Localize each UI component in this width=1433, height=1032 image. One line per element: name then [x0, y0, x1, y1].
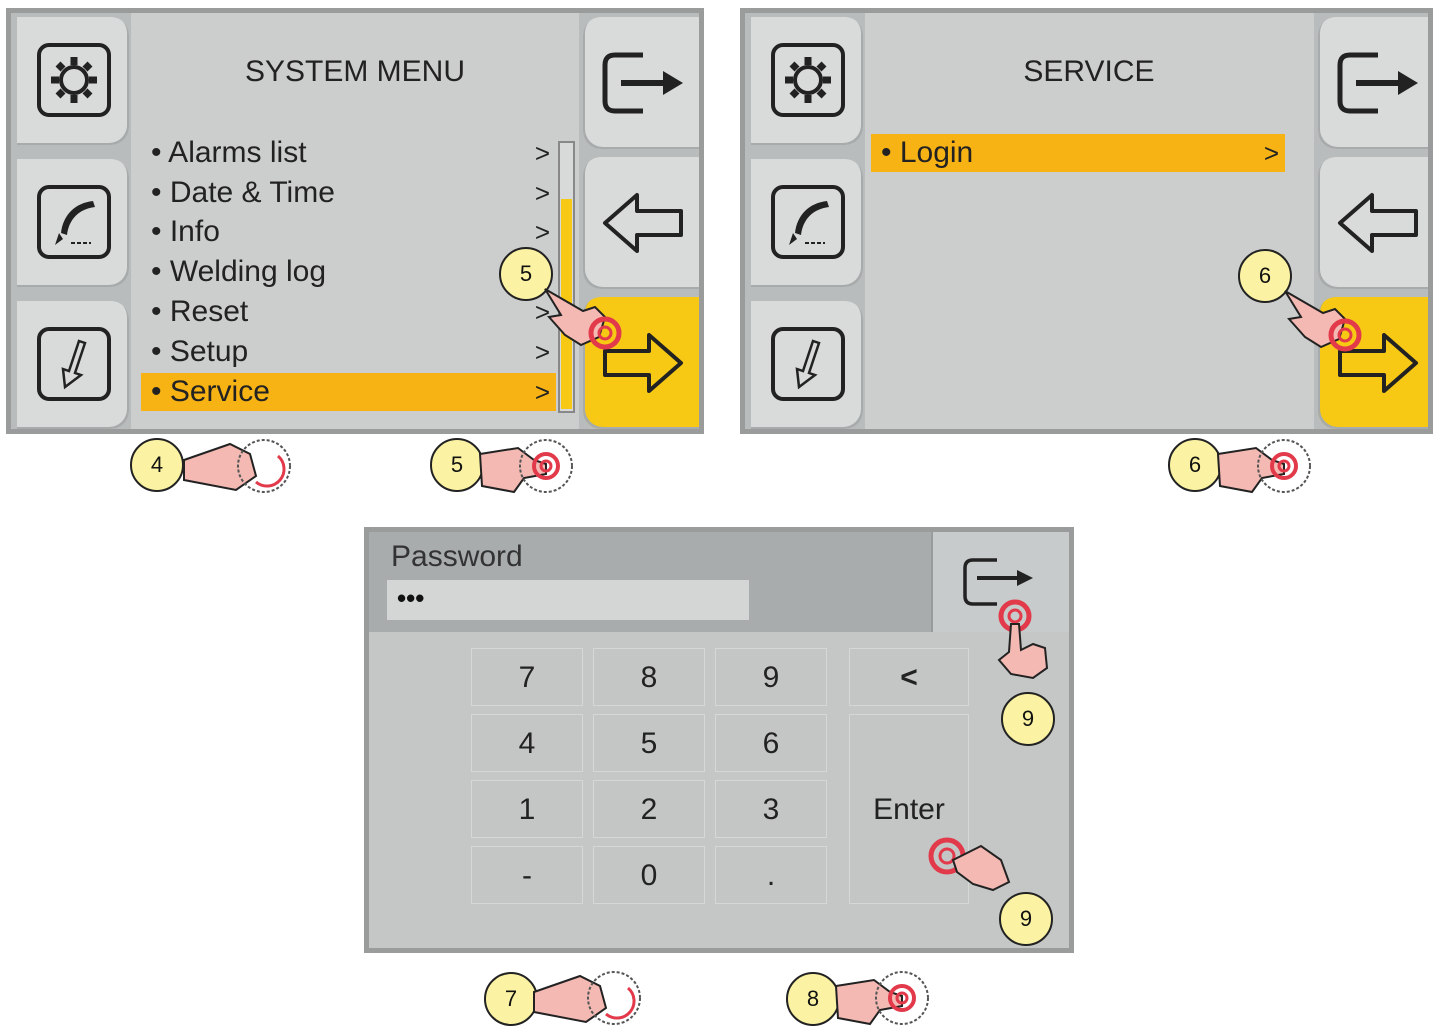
key-0[interactable]: 0 [593, 846, 705, 904]
chevron-right-icon: > [534, 377, 550, 407]
chevron-right-icon: > [534, 138, 550, 168]
menu-item-reset[interactable]: • Reset > [141, 293, 556, 331]
chevron-right-icon: > [534, 217, 550, 247]
menu-item-label: • Alarms list [151, 136, 307, 169]
key-4[interactable]: 4 [471, 714, 583, 772]
back-arrow-icon [603, 193, 683, 253]
key-minus[interactable]: - [471, 846, 583, 904]
down-arrow-button[interactable] [17, 301, 129, 429]
back-button[interactable] [583, 157, 699, 289]
torch-button[interactable] [751, 159, 863, 287]
chevron-right-icon: > [1263, 138, 1279, 168]
chevron-right-icon: > [534, 178, 550, 208]
key-6[interactable]: 6 [715, 714, 827, 772]
password-field[interactable]: ••• [387, 580, 749, 620]
page-title: SERVICE [1023, 55, 1155, 88]
system-menu-screen: SYSTEM MENU • Alarms list > • Date & Time… [6, 8, 704, 434]
menu-item-service[interactable]: • Service > [141, 373, 556, 411]
back-button[interactable] [1318, 157, 1428, 289]
touch-hand-icon [478, 439, 573, 494]
service-screen: SERVICE • Login > 6 [740, 8, 1433, 434]
menu-item-label: • Date & Time [151, 176, 335, 209]
arrow-down-icon [771, 327, 845, 401]
password-screen: Password ••• 7 8 9 < 4 5 6 1 2 3 Enter -… [364, 527, 1074, 953]
menu-item-label: • Welding log [151, 255, 327, 288]
arrow-down-icon [37, 327, 111, 401]
back-arrow-icon [1338, 193, 1418, 253]
touch-hand-icon [834, 971, 929, 1026]
settings-icon [771, 43, 845, 117]
menu-item-date-time[interactable]: • Date & Time > [141, 174, 556, 212]
menu-item-label: • Service [151, 375, 270, 408]
step-callout: 4 [130, 438, 184, 492]
key-backspace[interactable]: < [849, 648, 969, 706]
menu-item-alarms[interactable]: • Alarms list > [141, 134, 556, 172]
touch-hand-icon [544, 288, 622, 350]
key-7[interactable]: 7 [471, 648, 583, 706]
password-header: Password ••• [369, 532, 1069, 632]
step-callout: 9 [1001, 692, 1055, 746]
menu-item-info[interactable]: • Info > [141, 213, 556, 251]
exit-button[interactable] [583, 17, 699, 149]
left-button-column [745, 13, 865, 429]
touch-hand-icon [1216, 439, 1311, 494]
right-button-column [579, 13, 699, 429]
rotate-knob-icon [533, 971, 641, 1025]
menu-item-label: • Login [881, 136, 974, 169]
menu-item-setup[interactable]: • Setup > [141, 333, 556, 371]
down-arrow-button[interactable] [751, 301, 863, 429]
key-1[interactable]: 1 [471, 780, 583, 838]
rotate-knob-icon [183, 439, 291, 493]
exit-icon [1337, 52, 1418, 114]
exit-button[interactable] [1318, 17, 1428, 149]
key-dot[interactable]: . [715, 846, 827, 904]
settings-icon [37, 43, 111, 117]
key-9[interactable]: 9 [715, 648, 827, 706]
password-label: Password [391, 540, 523, 573]
menu-item-label: • Setup [151, 335, 249, 368]
key-2[interactable]: 2 [593, 780, 705, 838]
menu-item-welding-log[interactable]: • Welding log> [141, 253, 556, 291]
touch-hand-icon [1284, 290, 1362, 352]
touch-hand-icon [997, 599, 1049, 680]
left-button-column [11, 13, 131, 429]
key-8[interactable]: 8 [593, 648, 705, 706]
settings-button[interactable] [751, 17, 863, 145]
exit-icon [602, 52, 683, 114]
key-5[interactable]: 5 [593, 714, 705, 772]
menu-item-login[interactable]: • Login > [871, 134, 1285, 172]
menu-item-label: • Info [151, 215, 220, 248]
page-title: SYSTEM MENU [244, 55, 466, 88]
step-callout: 9 [999, 892, 1053, 946]
torch-icon [37, 185, 111, 259]
torch-icon [771, 185, 845, 259]
right-button-column [1314, 13, 1428, 429]
menu-item-label: • Reset [151, 295, 249, 328]
torch-button[interactable] [17, 159, 129, 287]
settings-button[interactable] [17, 17, 129, 145]
key-3[interactable]: 3 [715, 780, 827, 838]
